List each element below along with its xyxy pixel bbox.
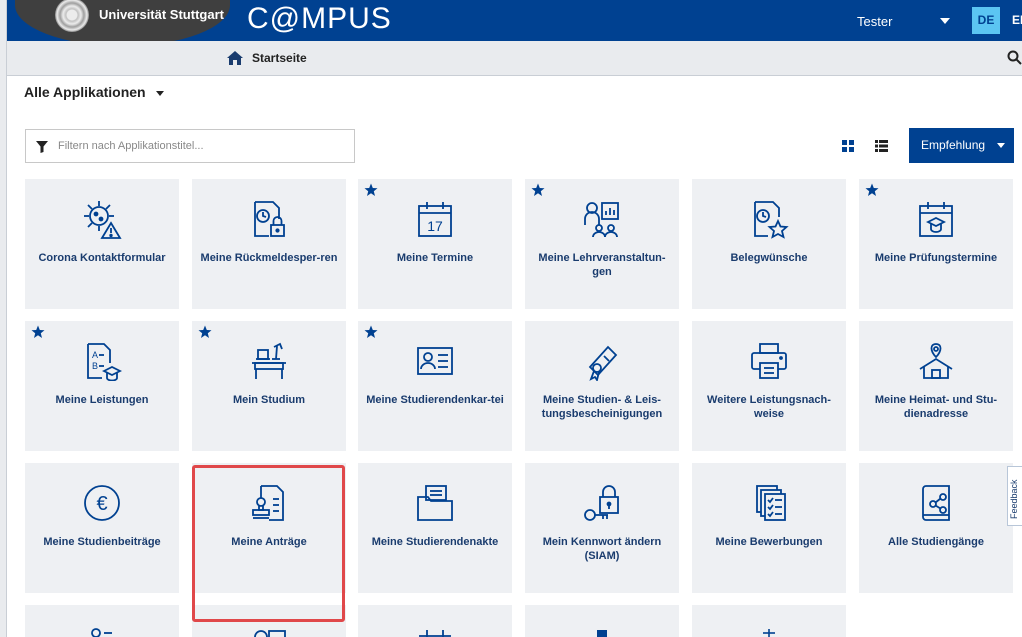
app-tile-belegwuensche[interactable]: Belegwünsche (692, 179, 846, 309)
app-tile-bewerbungen[interactable]: Meine Bewerbungen (692, 463, 846, 593)
app-tile-row4-3[interactable] (358, 605, 512, 637)
app-tile-label: Meine Studienbeiträge (43, 536, 161, 548)
app-tile-label: Meine Termine (396, 252, 474, 264)
app-tile-label: Belegwünsche (730, 252, 808, 264)
home-icon[interactable] (227, 51, 243, 65)
grades-document-icon: A B (87, 343, 122, 381)
app-tile-leistungen[interactable]: A B Meine Leistungen (25, 321, 179, 451)
partial-app-icon (763, 629, 775, 637)
app-tile-studierendenakte[interactable]: Meine Studierendenakte (358, 463, 512, 593)
app-tile-bescheinigungen[interactable]: Meine Studien- & Leis-tungsbescheinigung… (525, 321, 679, 451)
svg-text:€: € (96, 493, 107, 515)
user-menu-caret-icon[interactable] (940, 18, 950, 24)
study-desk-icon (252, 342, 286, 379)
app-tile-label: Meine Heimat- und Stu-dienadresse (874, 394, 998, 420)
app-tile-termine[interactable]: 17 Meine Termine (358, 179, 512, 309)
favorite-star-icon[interactable] (531, 183, 545, 197)
sort-caret-icon (997, 143, 1005, 148)
app-tile-studienbeitraege[interactable]: € Meine Studienbeiträge (25, 463, 179, 593)
book-network-icon (922, 485, 950, 521)
highlight-box (192, 465, 345, 622)
folder-documents-icon (417, 485, 453, 521)
grid-view-icon[interactable] (842, 140, 854, 152)
app-tile-label: Mein Kennwort ändern (SIAM) (542, 536, 662, 562)
virus-warning-icon (84, 201, 122, 239)
document-star-icon (754, 201, 789, 239)
search-icon[interactable] (1007, 50, 1022, 65)
svg-text:A: A (92, 350, 98, 360)
user-menu[interactable]: Tester (857, 14, 892, 29)
partial-app-icon (254, 630, 286, 637)
app-tile-label: Mein Studium (232, 394, 306, 406)
app-tile-label: Meine Prüfungstermine (874, 252, 998, 264)
app-tile-studierendenkartei[interactable]: Meine Studierendenkar-tei (358, 321, 512, 451)
section-title[interactable]: Alle Applikationen (24, 84, 146, 100)
favorite-star-icon[interactable] (364, 183, 378, 197)
calendar-graduation-icon (919, 202, 953, 237)
svg-text:B: B (92, 361, 98, 371)
app-tile-label: Meine Studierendenakte (371, 536, 499, 548)
certificate-scroll-icon (588, 345, 618, 381)
app-tile-lehrveranstaltungen[interactable]: Meine Lehrveranstaltun-gen (525, 179, 679, 309)
feedback-tab[interactable]: Feedback (1007, 466, 1022, 526)
application-documents-icon (756, 485, 786, 521)
sort-dropdown-button[interactable]: Empfehlung (909, 128, 1014, 163)
partial-app-icon (91, 628, 112, 637)
svg-text:17: 17 (427, 218, 443, 234)
partial-app-icon (597, 630, 607, 637)
breadcrumb-home[interactable]: Startseite (252, 51, 307, 65)
app-tile-corona-kontaktformular[interactable]: Corona Kontaktformular (25, 179, 179, 309)
app-tile-row4-4[interactable] (525, 605, 679, 637)
feedback-label: Feedback (1009, 479, 1019, 519)
university-logo-area[interactable]: Universität Stuttgart (15, 0, 230, 46)
filter-input[interactable] (56, 136, 346, 156)
favorite-star-icon[interactable] (865, 183, 879, 197)
filter-icon (36, 141, 48, 153)
lang-en-button[interactable]: EN (1012, 7, 1022, 34)
app-tile-pruefungstermine[interactable]: Meine Prüfungstermine (859, 179, 1013, 309)
document-lock-icon (254, 201, 285, 237)
section-dropdown-caret-icon[interactable] (156, 91, 164, 96)
app-tile-studium[interactable]: Mein Studium (192, 321, 346, 451)
top-header: Universität Stuttgart C@MPUS Tester DE E… (7, 0, 1022, 46)
app-tile-label: Meine Studien- & Leis-tungsbescheinigung… (541, 394, 663, 420)
app-tile-kennwort[interactable]: Mein Kennwort ändern (SIAM) (525, 463, 679, 593)
app-tile-label: Corona Kontaktformular (38, 252, 166, 264)
euro-icon: € (84, 485, 120, 521)
calendar-17-icon: 17 (418, 202, 452, 237)
app-tile-label: Meine Leistungen (55, 394, 149, 406)
lecturer-icon (584, 202, 619, 238)
app-tile-leistungsnachweise[interactable]: Weitere Leistungsnach-weise (692, 321, 846, 451)
university-logo-icon (55, 0, 89, 32)
app-tile-label: Meine Rückmeldesper-ren (200, 252, 338, 264)
app-title[interactable]: C@MPUS (247, 2, 392, 36)
favorite-star-icon[interactable] (198, 325, 212, 339)
id-card-icon (417, 347, 453, 375)
app-tile-label: Meine Studierendenkar-tei (366, 394, 504, 406)
app-tile-label: Meine Bewerbungen (715, 536, 823, 548)
app-tile-heimatadresse[interactable]: Meine Heimat- und Stu-dienadresse (859, 321, 1013, 451)
lang-de-button[interactable]: DE (972, 7, 1000, 34)
app-tile-label: Meine Lehrveranstaltun-gen (538, 252, 666, 278)
app-tile-studiengaenge[interactable]: Alle Studiengänge (859, 463, 1013, 593)
app-tile-row4-1[interactable] (25, 605, 179, 637)
university-name: Universität Stuttgart (99, 7, 224, 22)
partial-app-icon (419, 630, 451, 637)
favorite-star-icon[interactable] (31, 325, 45, 339)
home-location-icon (919, 343, 953, 379)
list-view-icon[interactable] (875, 140, 888, 152)
left-edge (0, 0, 7, 637)
printer-icon (751, 343, 787, 379)
favorite-star-icon[interactable] (364, 325, 378, 339)
sort-label: Empfehlung (921, 138, 986, 152)
app-tile-row4-5[interactable] (692, 605, 846, 637)
app-tile-label: Alle Studiengänge (888, 536, 984, 548)
breadcrumb-bar: Startseite (7, 41, 1022, 76)
key-lock-icon (584, 485, 619, 521)
app-tile-rueckmeldesperren[interactable]: Meine Rückmeldesper-ren (192, 179, 346, 309)
filter-field[interactable] (25, 129, 355, 163)
app-tile-label: Weitere Leistungsnach-weise (707, 394, 831, 420)
